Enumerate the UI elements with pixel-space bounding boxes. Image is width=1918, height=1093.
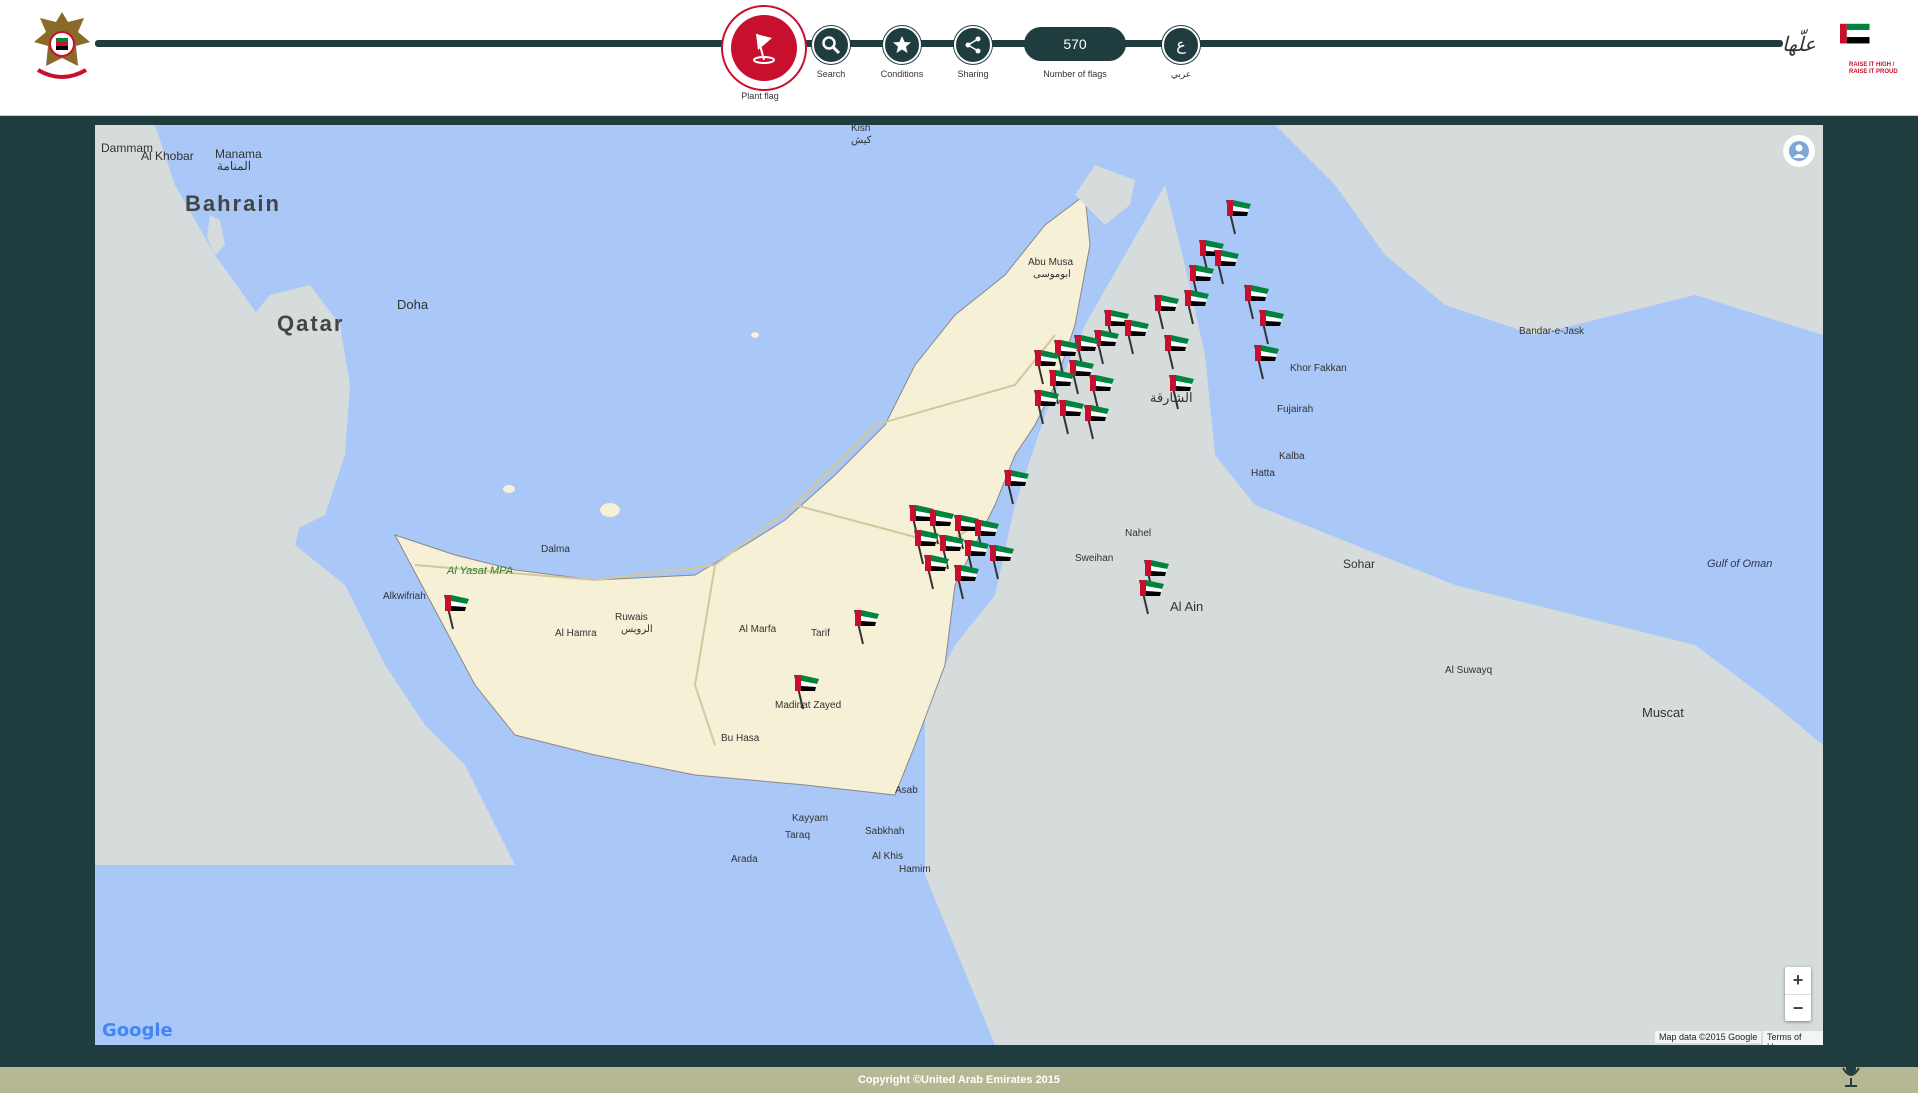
brand-tagline: RAISE IT HIGH / RAISE IT PROUD [1849,62,1898,75]
uae-emblem-icon [34,12,90,79]
sharing-label: Sharing [957,69,989,79]
plant-flag-label: Plant flag [741,91,779,101]
search-button[interactable] [812,26,850,64]
search-label: Search [816,69,846,79]
zoom-control: + − [1785,967,1811,1021]
terms-of-use-link[interactable]: Terms of Use [1763,1031,1823,1045]
flag-count-label: Number of flags [1043,69,1107,79]
plant-flag-icon [753,33,775,64]
uae-flag-logo-icon [1840,23,1870,44]
copyright-text: Copyright ©United Arab Emirates 2015 [857,1074,1061,1086]
header-bar: Plant flag Search Conditions Sharing 570… [0,0,1918,116]
flag-markers-layer [444,199,1285,710]
zoom-in-button[interactable]: + [1785,967,1811,994]
conditions-button[interactable] [883,26,921,64]
language-label: عربي [1170,69,1192,79]
google-logo: Google [102,1020,173,1041]
microphone-icon[interactable] [1842,1052,1860,1088]
pegman-icon [1789,141,1809,161]
conditions-label: Conditions [880,69,924,79]
header-line [95,40,1783,47]
map-data-attribution: Map data ©2015 Google [1655,1031,1762,1043]
footer-bar: Copyright ©United Arab Emirates 2015 [0,1067,1918,1093]
flag-count-badge: 570 [1024,27,1126,61]
share-icon [965,36,981,54]
map-view[interactable]: Bahrain Qatar Manama المنامة Dammam Al K… [95,125,1823,1045]
language-icon: ع [1176,37,1186,54]
star-icon [893,36,911,53]
search-icon [822,36,841,55]
sharing-button[interactable] [954,26,992,64]
zoom-out-button[interactable]: − [1785,994,1811,1022]
brand-script: علّها [1782,32,1816,56]
language-button[interactable]: ع [1162,26,1200,64]
street-view-pegman[interactable] [1783,135,1815,167]
